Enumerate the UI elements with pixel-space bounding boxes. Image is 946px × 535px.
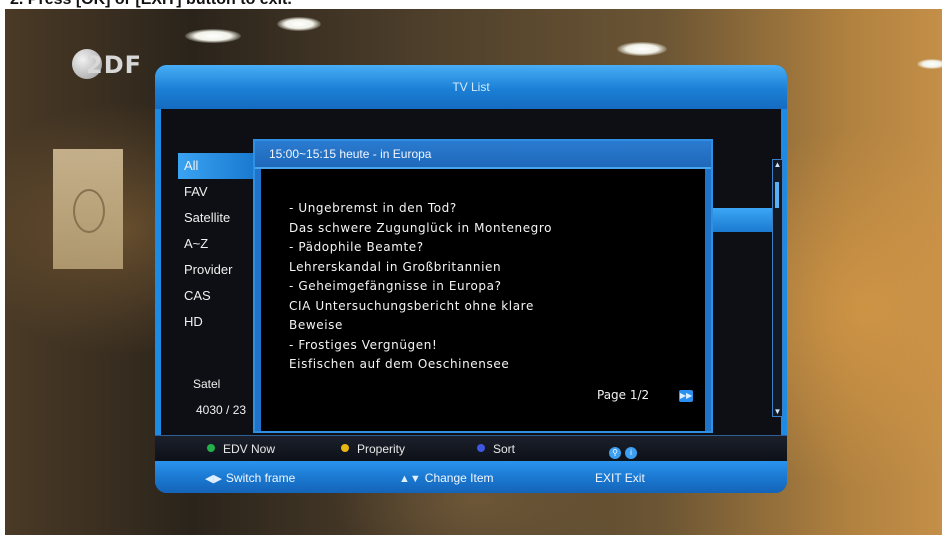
ceiling-light [617, 42, 667, 56]
category-list: All FAV Satellite A~Z Provider CAS HD [178, 153, 260, 335]
search-info-icons: ⚲ i [609, 442, 641, 460]
event-info-popup: 15:00~15:15 heute - in Europa - Ungebrem… [253, 139, 713, 433]
green-key-label: EDV Now [223, 442, 276, 456]
blue-dot-icon [477, 444, 485, 452]
yellow-dot-icon [341, 444, 349, 452]
category-item-fav[interactable]: FAV [178, 179, 260, 205]
step-instruction: 2. Press [OK] or [EXIT] button to exit. [0, 0, 946, 8]
background-wall-sign [53, 149, 123, 269]
category-item-provider[interactable]: Provider [178, 257, 260, 283]
selected-channel-row[interactable] [711, 208, 774, 232]
channel-scrollbar[interactable]: ▲ ▼ [772, 159, 783, 417]
yellow-key-label: Properity [357, 442, 406, 456]
event-info-header: 15:00~15:15 heute - in Europa [255, 141, 711, 169]
popup-right-border [705, 169, 711, 431]
scroll-up-arrow-icon[interactable]: ▲ [773, 160, 782, 169]
popup-left-border [255, 169, 261, 431]
ceiling-light [917, 59, 942, 69]
wall-sign-ring [73, 189, 105, 233]
description-line: Eisfischen auf dem Oeschinensee [289, 357, 510, 371]
blue-key-label: Sort [493, 442, 516, 456]
category-item-hd[interactable]: HD [178, 309, 260, 335]
change-item-label: Change Item [424, 471, 494, 485]
switch-frame-hint: ◀▶ Switch frame [205, 471, 295, 485]
category-item-all[interactable]: All [178, 153, 260, 179]
scroll-down-arrow-icon[interactable]: ▼ [773, 407, 782, 416]
page-indicator: Page 1/2 [597, 388, 650, 402]
left-right-arrow-icon: ◀▶ [205, 473, 222, 485]
green-key-edv-now[interactable]: EDV Now [207, 442, 275, 456]
tv-screen: 2DF TV List All FAV Satellite A~Z Provid… [5, 9, 942, 535]
ceiling-light [277, 17, 321, 31]
category-item-satellite[interactable]: Satellite [178, 205, 260, 231]
event-time-title: 15:00~15:15 heute - in Europa [269, 147, 432, 161]
scroll-thumb[interactable] [775, 182, 779, 208]
next-page-icon[interactable]: ▶▶ [679, 390, 693, 402]
channel-logo-text: 2DF [86, 51, 143, 79]
window-titlebar: TV List [155, 65, 787, 109]
color-key-bar: EDV Now Properity Sort ⚲ i [155, 435, 787, 462]
search-icon[interactable]: ⚲ [609, 447, 621, 459]
up-down-arrow-icon: ▲▼ [399, 473, 421, 485]
description-line: Das schwere Zugunglück in Montenegro [289, 220, 553, 235]
green-dot-icon [207, 444, 215, 452]
info-icon[interactable]: i [625, 447, 637, 459]
exit-label: EXIT Exit [595, 471, 645, 485]
description-line: Lehrerskandal in Großbritannien [289, 259, 502, 274]
ceiling-light [185, 29, 241, 43]
blue-key-sort[interactable]: Sort [477, 442, 515, 456]
channel-logo: 2DF [72, 49, 167, 79]
description-line: - Ungebremst in den Tod? [289, 201, 457, 215]
exit-hint: EXIT Exit [595, 471, 645, 485]
description-line: Beweise [289, 318, 343, 332]
tv-list-window: TV List All FAV Satellite A~Z Provider C… [155, 65, 787, 493]
yellow-key-properity[interactable]: Properity [341, 442, 405, 456]
window-left-border [155, 109, 161, 449]
category-item-a-z[interactable]: A~Z [178, 231, 260, 257]
change-item-hint: ▲▼ Change Item [399, 471, 494, 485]
navigation-hint-bar: ◀▶ Switch frame ▲▼ Change Item EXIT Exit [155, 461, 787, 493]
description-line: - Frostiges Vergnügen! [289, 337, 438, 352]
description-line: - Geheimgefängnisse in Europa? [289, 279, 502, 293]
description-line: CIA Untersuchungsbericht ohne klare [289, 298, 534, 313]
switch-frame-label: Switch frame [225, 471, 296, 485]
category-item-cas[interactable]: CAS [178, 283, 260, 309]
window-title: TV List [452, 80, 490, 94]
step-instruction-text: 2. Press [OK] or [EXIT] button to exit. [10, 0, 292, 8]
description-line: - Pädophile Beamte? [289, 240, 424, 254]
event-description: - Ungebremst in den Tod? Das schwere Zug… [289, 199, 689, 375]
